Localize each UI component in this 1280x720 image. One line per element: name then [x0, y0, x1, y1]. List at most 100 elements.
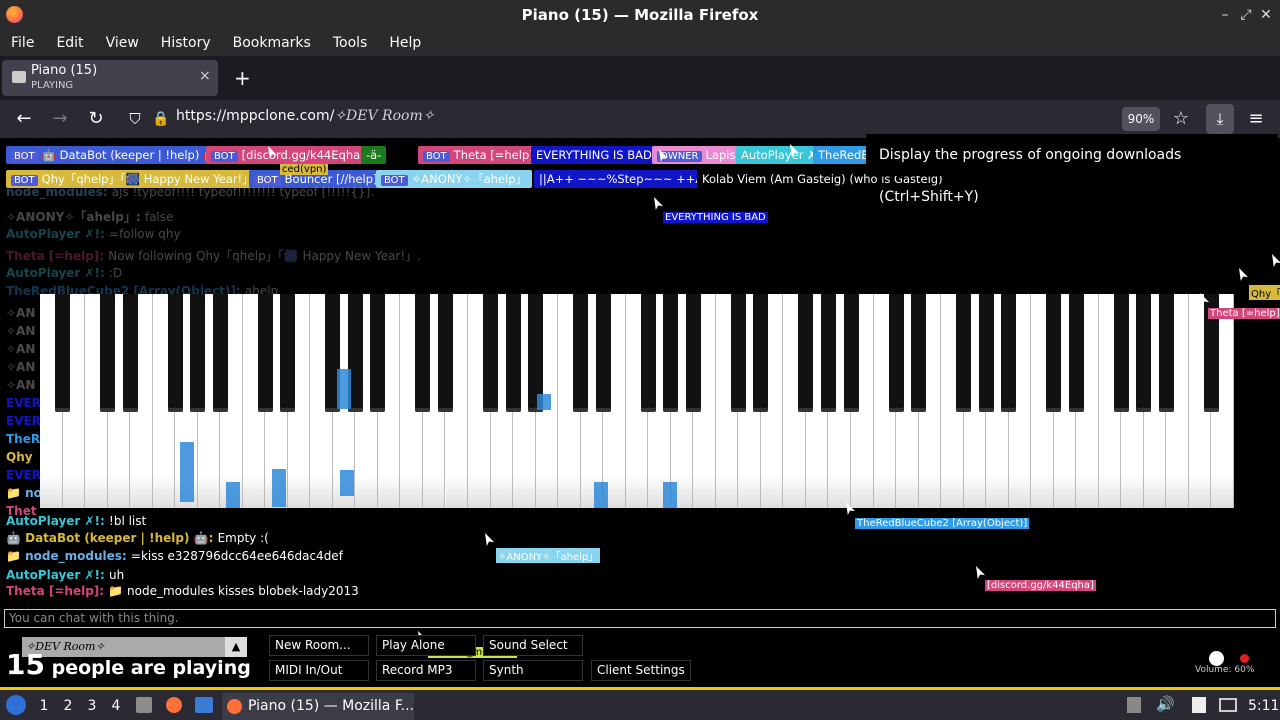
zoom-level[interactable]: 90% [1122, 107, 1160, 131]
chat-message: Theta [=help]: Now following Qhy「qhelp」「… [6, 247, 421, 264]
url-bar[interactable]: https://mppclone.com/✧DEV Room✧ [176, 108, 434, 124]
black-key[interactable] [640, 294, 656, 412]
firefox-icon [227, 699, 242, 714]
user-chip[interactable]: EVERYTHING IS BAD [531, 146, 657, 164]
display-icon[interactable] [1219, 698, 1237, 712]
taskbar-firefox-window[interactable]: Piano (15) — Mozilla F... [222, 693, 414, 720]
black-key[interactable] [1113, 294, 1129, 412]
clipboard-icon[interactable] [1127, 697, 1141, 713]
black-key[interactable] [685, 294, 701, 412]
user-chip[interactable]: -ä- [361, 146, 387, 164]
chat-text: 📁 node_modules kisses blobek-lady2013 [108, 584, 359, 598]
black-key[interactable] [1068, 294, 1084, 412]
hamburger-menu-icon[interactable]: ≡ [1243, 106, 1269, 132]
black-key[interactable] [1046, 294, 1062, 412]
chat-text: =kiss e328796dcc64ee646dac4def [130, 549, 343, 563]
play-alone-button[interactable]: Play Alone [376, 635, 476, 656]
midi-in-out-button[interactable]: MIDI In/Out [269, 660, 369, 681]
user-chip[interactable]: BOT Theta [=help] [418, 146, 539, 164]
black-key[interactable] [370, 294, 386, 412]
menu-tools[interactable]: Tools [322, 35, 379, 51]
file-manager-icon[interactable] [136, 697, 152, 713]
workspace-2[interactable]: 2 [59, 698, 77, 714]
back-icon[interactable]: ← [11, 106, 37, 132]
start-menu-icon[interactable] [6, 695, 26, 715]
record-mp3-button[interactable]: Record MP3 [376, 660, 476, 681]
black-key[interactable] [663, 294, 679, 412]
black-key[interactable] [956, 294, 972, 412]
black-key[interactable] [415, 294, 431, 412]
black-key[interactable] [212, 294, 228, 412]
black-key[interactable] [595, 294, 611, 412]
menu-view[interactable]: View [95, 35, 150, 51]
menu-bookmarks[interactable]: Bookmarks [222, 35, 322, 51]
forward-icon[interactable]: → [47, 106, 73, 132]
black-key[interactable] [257, 294, 273, 412]
terminal-icon[interactable] [195, 697, 213, 713]
black-key[interactable] [1158, 294, 1174, 412]
shield-icon[interactable]: ⛉ [122, 106, 148, 132]
client-settings-button[interactable]: Client Settings [591, 660, 691, 681]
menubar: File Edit View History Bookmarks Tools H… [0, 29, 1280, 56]
bot-badge: BOT [211, 151, 238, 162]
chat-author: ✧AN [6, 324, 36, 338]
black-key[interactable] [911, 294, 927, 412]
black-key[interactable] [438, 294, 453, 412]
new-tab-button[interactable]: + [234, 66, 251, 90]
black-key[interactable] [730, 294, 746, 412]
black-key[interactable] [573, 294, 589, 412]
black-key[interactable] [190, 294, 206, 412]
chat-author: Thet [6, 504, 37, 518]
menu-help[interactable]: Help [378, 35, 432, 51]
user-chip[interactable]: OWNER Lapis [652, 146, 741, 164]
cursor-pointer-icon [1272, 254, 1280, 267]
reload-icon[interactable]: ↻ [83, 106, 109, 132]
lock-icon[interactable]: 🔒 [148, 106, 174, 132]
close-icon[interactable]: ✕ [1256, 5, 1276, 25]
black-key[interactable] [978, 294, 994, 412]
volume-knob[interactable] [1209, 651, 1224, 666]
menu-edit[interactable]: Edit [45, 35, 94, 51]
black-key[interactable] [55, 294, 71, 412]
bookmark-star-icon[interactable]: ☆ [1168, 106, 1194, 132]
black-key[interactable] [122, 294, 138, 412]
workspace-4[interactable]: 4 [107, 698, 125, 714]
black-key[interactable] [1001, 294, 1017, 412]
workspace-3[interactable]: 3 [83, 698, 101, 714]
volume-icon[interactable]: 🔊 [1156, 695, 1175, 713]
menu-file[interactable]: File [0, 35, 45, 51]
black-key[interactable] [167, 294, 183, 412]
user-chip[interactable]: BOT 🤖 DataBot (keeper | !help) 🤖 [6, 146, 223, 164]
black-key[interactable] [843, 294, 859, 412]
workspace-1[interactable]: 1 [35, 698, 53, 714]
black-key[interactable] [100, 294, 116, 412]
piano-keyboard[interactable] [40, 294, 1234, 508]
black-key[interactable] [753, 294, 769, 412]
black-key[interactable] [483, 294, 499, 412]
chat-author: Theta [=help]: [6, 249, 109, 263]
menu-history[interactable]: History [150, 35, 222, 51]
chat-author: AutoPlayer ✗!: [6, 227, 110, 241]
black-key[interactable] [798, 294, 814, 412]
black-key[interactable] [1136, 294, 1152, 412]
chat-author: Qhy [6, 450, 33, 464]
user-chip[interactable]: BOT ✧ANONY✧「ahelp」 [376, 170, 532, 188]
downloads-button[interactable]: ⤓ [1206, 104, 1234, 134]
black-key[interactable] [820, 294, 836, 412]
black-key[interactable] [888, 294, 904, 412]
sound-select-button[interactable]: Sound Select [483, 635, 583, 656]
new-room-button[interactable]: New Room... [269, 635, 369, 656]
black-key[interactable] [280, 294, 296, 412]
maximize-icon[interactable]: ⤢ [1236, 5, 1256, 25]
synth-button[interactable]: Synth [483, 660, 583, 681]
black-key[interactable] [505, 294, 521, 412]
notes-icon[interactable] [1192, 697, 1206, 713]
people-playing: 15 people are playing [6, 648, 251, 681]
chat-author: EVER [6, 468, 40, 482]
firefox-launcher-icon[interactable] [166, 697, 182, 713]
minimize-icon[interactable]: – [1215, 5, 1235, 25]
chat-input[interactable]: You can chat with this thing. [4, 609, 1276, 628]
tab-piano[interactable]: Piano (15) PLAYING × [2, 60, 218, 96]
user-chip[interactable]: BOT [discord.gg/k44Eqha] [206, 146, 370, 164]
tab-close-icon[interactable]: × [199, 68, 211, 84]
